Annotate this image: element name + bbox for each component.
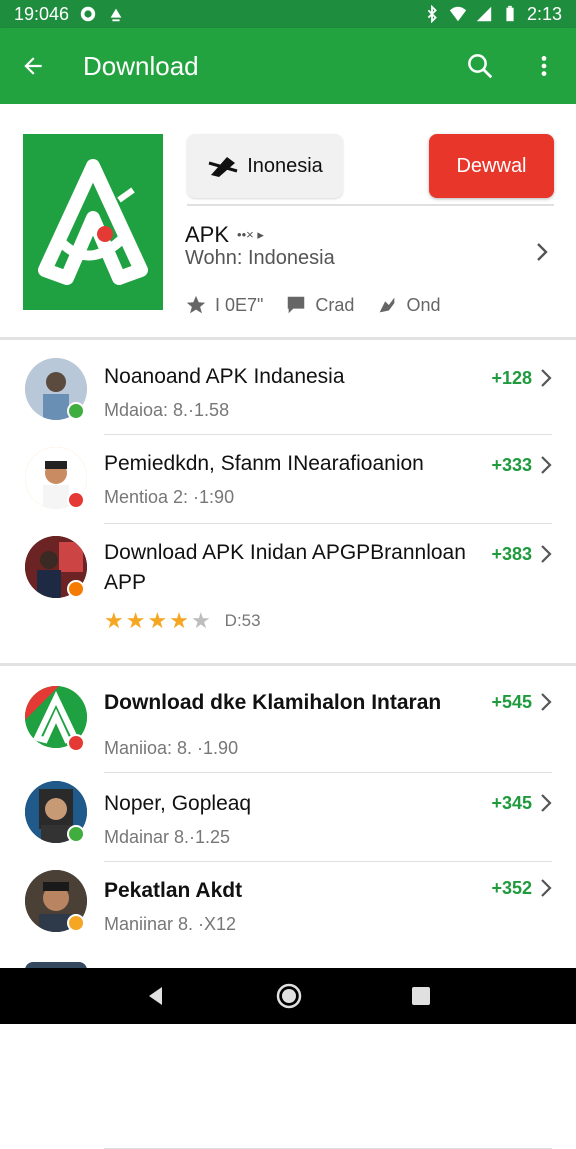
rating-value: D:53 — [224, 611, 261, 630]
reviews-meta[interactable]: Crad — [285, 294, 354, 316]
status-badge — [67, 491, 85, 509]
app-notification-icon — [110, 8, 122, 22]
more-options-button[interactable] — [512, 28, 576, 104]
battery-icon — [506, 5, 514, 22]
item-detail: Mdaioa: 8.·1.58 — [104, 400, 230, 420]
chevron-right-icon — [541, 369, 552, 387]
status-badge — [67, 734, 85, 752]
share-meta-text: Ond — [406, 294, 441, 315]
status-clock: 2:13 — [526, 3, 562, 24]
app-logo-icon — [38, 159, 148, 285]
chevron-right-icon — [541, 794, 552, 812]
apk-title: APK ••× ▸ — [185, 222, 264, 248]
item-count: +383 — [491, 544, 532, 564]
item-count: +352 — [491, 878, 532, 898]
item-title: Pemiedkdn, Sfanm INearafioanion — [104, 452, 424, 475]
list-item[interactable]: Noper, Gopleaq Mdainar 8.·1.25 +345 — [0, 773, 576, 862]
share-icon — [380, 297, 395, 313]
app-logo — [23, 134, 163, 310]
app-meta: I 0E7" Crad Ond — [185, 294, 440, 316]
item-title: Noper, Gopleaq — [104, 792, 252, 815]
search-icon — [468, 54, 493, 79]
item-title: Noanoand APK Indanesia — [104, 365, 345, 388]
item-detail: Maniinar 8. ·X12 — [104, 914, 237, 934]
item-title: Download dke Klamihalon Intaran — [104, 691, 442, 714]
more-vert-icon — [541, 56, 547, 76]
apk-subtitle: Wohn: Indonesia — [185, 247, 335, 269]
item-detail: Mdainar 8.·1.25 — [104, 827, 231, 847]
rating-meta[interactable]: I 0E7" — [185, 294, 263, 316]
download-button[interactable]: Dewwal — [429, 134, 554, 198]
list-section-one: Noanoand APK Indanesia Mdaioa: 8.·1.58 +… — [0, 342, 576, 666]
item-detail: Maniioa: 8. ·1.90 — [104, 738, 239, 758]
list-section-two: Download dke Klamihalon Intaran Maniioa:… — [0, 668, 576, 1149]
star-icon: ★ — [169, 608, 189, 633]
list-item[interactable]: Pekatlan Akdt Maniinar 8. ·X12 +352 — [0, 862, 576, 1149]
status-badge — [67, 914, 85, 932]
search-button[interactable] — [448, 28, 512, 104]
app-header-card: Inonesia Dewwal APK ••× ▸ Wohn: Indonesi… — [0, 104, 576, 340]
rating-meta-text: I 0E7" — [215, 294, 264, 315]
chevron-right-icon[interactable] — [530, 240, 554, 264]
chevron-right-icon — [541, 456, 552, 474]
status-badge — [67, 825, 85, 843]
divider — [187, 204, 554, 206]
wifi-icon — [449, 6, 467, 22]
item-title: Download APK Inidan APGPBrannloan APP — [104, 541, 466, 594]
star-icon: ★ — [190, 608, 211, 633]
apk-title-small: ••× ▸ — [237, 227, 264, 242]
list-item[interactable]: Noanoand APK Indanesia Mdaioa: 8.·1.58 +… — [0, 342, 576, 435]
item-count: +545 — [491, 692, 532, 712]
page-title: Download — [83, 50, 199, 81]
list-item[interactable]: Download APK Inidan APGPBrannloan APP +3… — [0, 524, 576, 654]
brand-mark-icon — [208, 157, 238, 177]
item-title: Pekatlan Akdt — [104, 879, 243, 902]
list-item[interactable]: Download dke Klamihalon Intaran Maniioa:… — [0, 668, 576, 773]
region-chip[interactable]: Inonesia — [187, 134, 343, 198]
status-badge — [67, 402, 85, 420]
region-chip-label: Inonesia — [247, 154, 323, 177]
comment-icon — [288, 296, 305, 314]
signal-icon — [476, 6, 492, 22]
chevron-right-icon — [541, 693, 552, 711]
star-icon — [186, 295, 206, 314]
item-count: +345 — [491, 793, 532, 813]
star-rating: ★ ★ ★ ★ ★ D:53 — [104, 608, 261, 634]
item-detail: Mentioa 2: ·1:90 — [104, 487, 235, 507]
chevron-right-icon — [541, 879, 552, 897]
apk-title-text: APK — [185, 222, 230, 247]
status-time: 19:046 — [14, 3, 70, 24]
system-nav-bar — [0, 968, 576, 1024]
nav-home-icon[interactable] — [276, 983, 302, 1009]
notification-icon — [80, 6, 96, 22]
item-count: +128 — [491, 368, 532, 388]
share-meta[interactable]: Ond — [376, 294, 440, 316]
reviews-meta-text: Crad — [315, 294, 355, 315]
bluetooth-icon — [427, 5, 437, 23]
item-count: +333 — [491, 455, 532, 475]
star-icon: ★ — [125, 608, 146, 633]
star-icon: ★ — [104, 608, 124, 633]
back-arrow-icon — [24, 57, 42, 75]
list-item[interactable]: Pemiedkdn, Sfanm INearafioanion Mentioa … — [0, 435, 576, 524]
status-bar: 19:046 2:13 — [0, 0, 576, 28]
nav-recents-icon[interactable] — [410, 985, 432, 1007]
app-bar: Download — [0, 28, 576, 104]
chevron-right-icon — [541, 545, 552, 563]
star-icon: ★ — [147, 608, 168, 633]
back-button[interactable] — [0, 28, 66, 104]
status-badge — [67, 580, 85, 598]
nav-back-icon[interactable] — [144, 984, 168, 1008]
